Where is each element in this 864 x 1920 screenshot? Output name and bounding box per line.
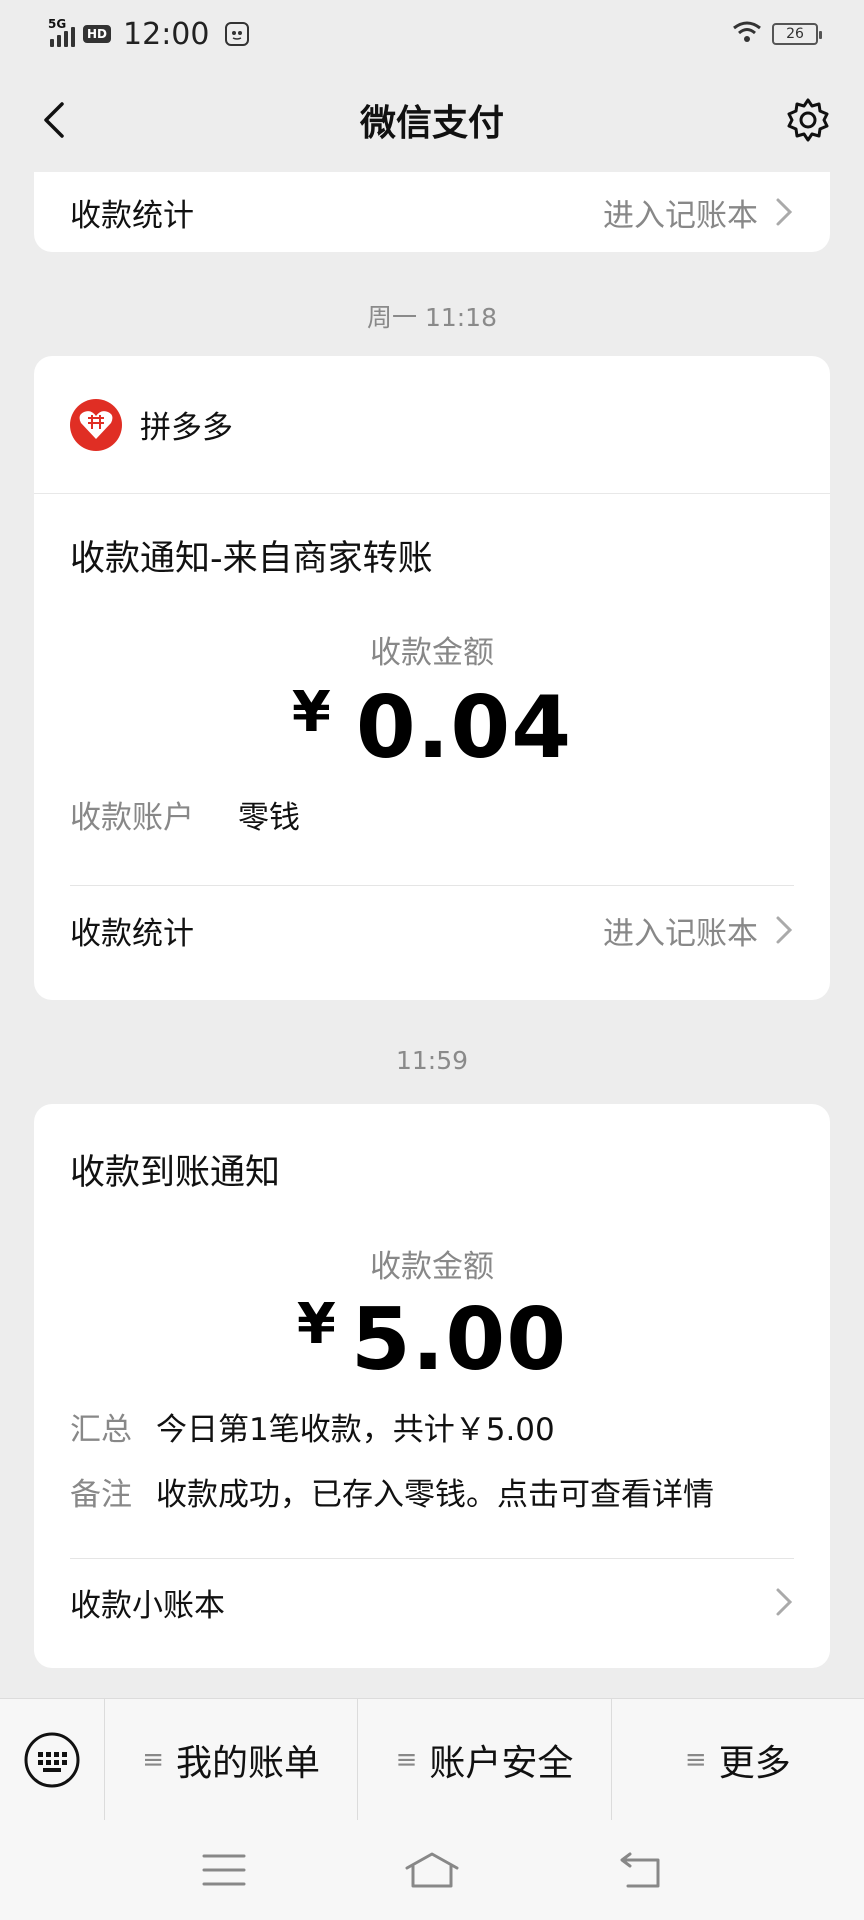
message-timestamp: 11:59: [395, 1046, 469, 1075]
stats-label: 收款统计: [70, 915, 194, 952]
menu-account-security[interactable]: ≡ 账户安全: [357, 1699, 610, 1821]
back-icon: [44, 102, 64, 138]
battery-level: 26: [786, 26, 804, 42]
chevron-right-icon: [776, 916, 793, 944]
summary-key: 汇总: [70, 1412, 132, 1448]
menu-my-bills[interactable]: ≡ 我的账单: [104, 1699, 357, 1821]
settings-button[interactable]: [780, 92, 836, 148]
battery-indicator: 26: [772, 23, 822, 45]
menu-label: 更多: [718, 1743, 791, 1784]
network-type: 5G: [48, 17, 67, 31]
status-right: 26: [732, 21, 822, 47]
summary-value: 今日第1笔收款，共计￥5.00: [156, 1412, 555, 1448]
ledger-row[interactable]: 收款小账本: [34, 1559, 830, 1645]
hd-badge: HD: [83, 25, 112, 43]
status-bar: 5G HD 12:00 26: [0, 0, 864, 68]
account-key: 收款账户: [70, 800, 194, 836]
home-button[interactable]: [392, 1840, 472, 1900]
note-value: 收款成功，已存入零钱。点击可查看详情: [156, 1477, 714, 1513]
status-left: 5G HD 12:00: [48, 16, 250, 52]
menu-icon: ≡: [142, 1745, 165, 1775]
home-icon: [405, 1852, 459, 1888]
amount-number: 0.04: [355, 678, 573, 778]
currency-symbol: ¥: [291, 680, 332, 745]
menu-icon: ≡: [395, 1745, 418, 1775]
pinduoduo-logo-icon: [70, 398, 122, 451]
keyboard-icon: [24, 1732, 80, 1788]
merchant-header[interactable]: 拼多多: [34, 356, 830, 494]
back-button[interactable]: [28, 94, 80, 146]
menu-more[interactable]: ≡ 更多: [610, 1699, 864, 1821]
system-nav-bar: [0, 1820, 864, 1920]
ledger-label: 收款小账本: [70, 1587, 225, 1624]
ledger-link[interactable]: 进入记账本: [603, 908, 794, 953]
page-title: 微信支付: [359, 103, 504, 144]
chevron-right-icon: [776, 1588, 793, 1616]
amount-value: ¥5.00: [34, 1290, 830, 1390]
amount-label: 收款金额: [370, 635, 494, 671]
settings-icon: [787, 98, 829, 142]
currency-symbol: ¥: [296, 1292, 337, 1357]
app-notification-icon: [225, 22, 250, 46]
message-card-merchant-transfer[interactable]: 拼多多 收款通知-来自商家转账 收款金额 ¥0.04 收款账户 零钱 收款统计 …: [34, 356, 830, 1000]
account-value: 零钱: [238, 800, 300, 836]
menu-label: 账户安全: [429, 1743, 574, 1784]
notice-title: 收款到账通知: [70, 1153, 281, 1193]
stats-label: 收款统计: [70, 197, 194, 234]
account-row: 收款账户 零钱: [34, 792, 830, 837]
merchant-name: 拼多多: [140, 410, 233, 446]
signal-icon: 5G: [48, 17, 75, 47]
message-card-payment-received[interactable]: 收款到账通知 收款金额 ¥5.00 汇总 今日第1笔收款，共计￥5.00 备注 …: [34, 1104, 830, 1668]
menu-lines-icon: [202, 1854, 246, 1886]
wifi-icon: [732, 21, 762, 47]
ledger-link-text: 进入记账本: [603, 197, 758, 234]
status-time: 12:00: [123, 16, 210, 52]
recent-apps-button[interactable]: [184, 1840, 264, 1900]
amount-number: 5.00: [350, 1290, 568, 1390]
menu-icon: ≡: [684, 1745, 707, 1775]
notice-title: 收款通知-来自商家转账: [70, 539, 433, 579]
back-nav-button[interactable]: [600, 1840, 680, 1900]
nav-header: 微信支付: [0, 68, 864, 172]
stats-row[interactable]: 收款统计 进入记账本: [34, 886, 830, 974]
summary-row: 汇总 今日第1笔收款，共计￥5.00: [34, 1404, 830, 1449]
note-key: 备注: [70, 1477, 132, 1513]
chevron-right-icon: [776, 198, 793, 226]
ledger-link[interactable]: 进入记账本: [603, 190, 794, 235]
amount-label: 收款金额: [370, 1249, 494, 1285]
message-timestamp: 周一 11:18: [367, 303, 497, 332]
amount-value: ¥0.04: [34, 678, 830, 778]
ledger-chevron[interactable]: [774, 1587, 794, 1617]
note-row: 备注 收款成功，已存入零钱。点击可查看详情: [34, 1469, 830, 1514]
stats-row[interactable]: 收款统计 进入记账本: [34, 172, 830, 252]
ledger-link-text: 进入记账本: [603, 915, 758, 952]
keyboard-toggle-button[interactable]: [0, 1699, 104, 1821]
menu-label: 我的账单: [176, 1743, 321, 1784]
return-icon: [620, 1852, 660, 1888]
stats-card-top: 收款统计 进入记账本: [34, 172, 830, 252]
bottom-menu: ≡ 我的账单 ≡ 账户安全 ≡ 更多: [0, 1698, 864, 1821]
